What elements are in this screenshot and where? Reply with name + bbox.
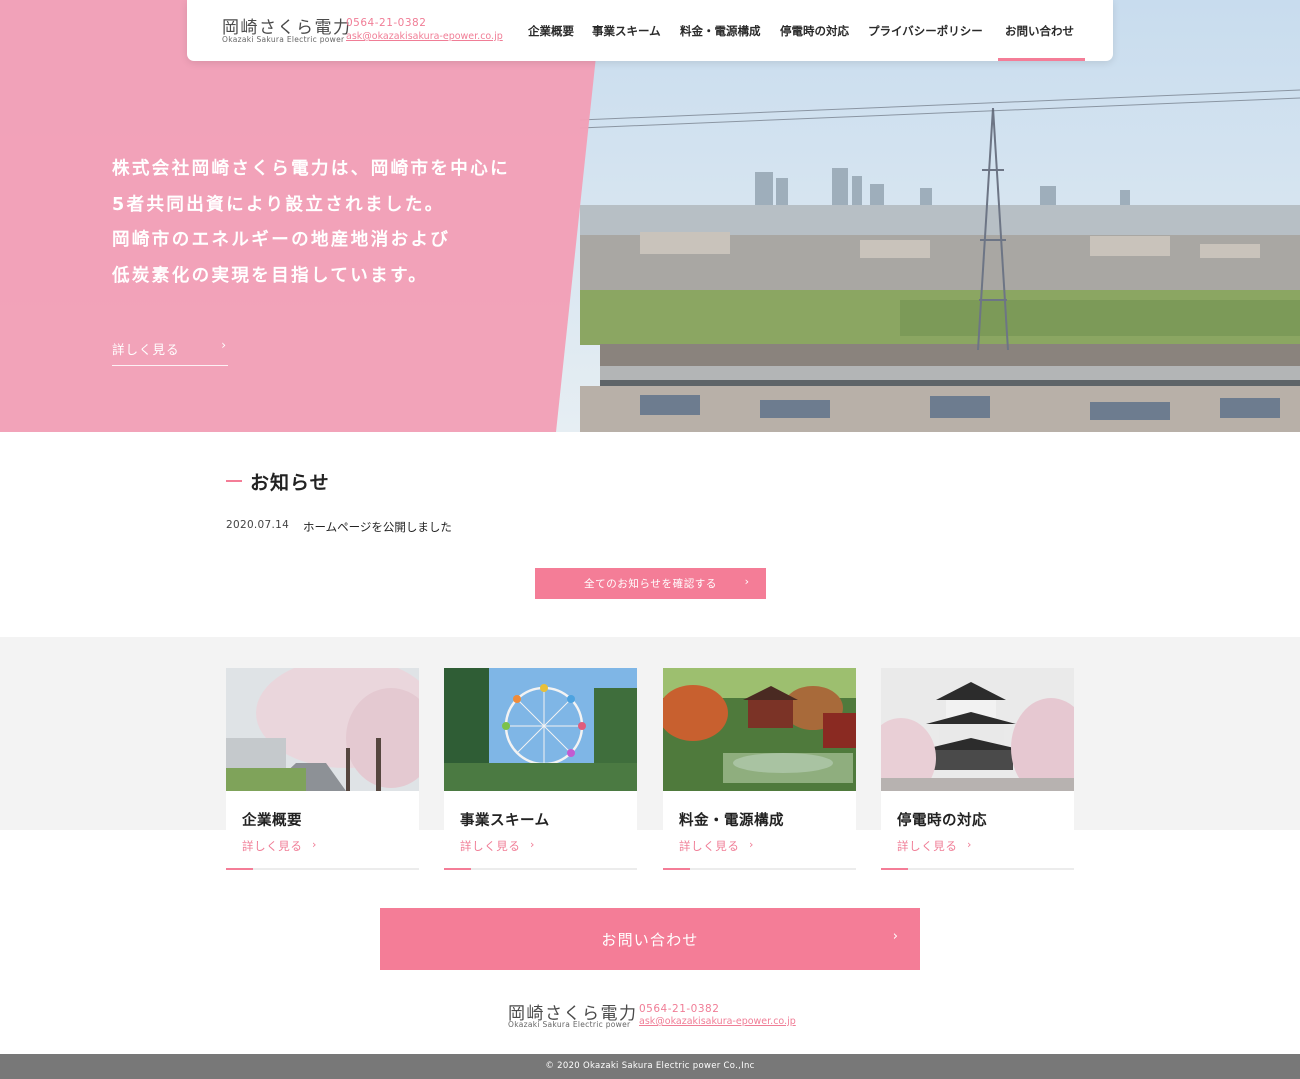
hero-statement: 株式会社岡崎さくら電力は、岡崎市を中心に 5者共同出資により設立されました。 岡… [112,152,552,294]
news-date: 2020.07.14 [226,519,290,531]
footer-phone[interactable]: 0564-21-0382 [639,1003,719,1015]
card-more-link[interactable]: 詳しく見る [242,838,303,854]
chevron-right-icon: › [744,575,749,588]
ferris-wheel-photo [444,668,637,791]
header-email-link[interactable]: ask@okazakisakura-epower.co.jp [346,31,503,42]
chevron-right-icon: › [749,838,754,851]
footer-logo-subtitle: Okazaki Sakura Electric power [508,1020,631,1029]
card-divider-accent [663,868,690,870]
japanese-garden-photo [663,668,856,791]
castle-with-blossoms-photo [881,668,1074,791]
card-outage[interactable]: 停電時の対応 詳しく見る › [881,668,1074,870]
card-divider-accent [444,868,471,870]
copyright-bar: © 2020 Okazaki Sakura Electric power Co.… [0,1054,1300,1079]
nav-item-outage[interactable]: 停電時の対応 [780,23,849,39]
chevron-right-icon: › [892,929,898,944]
card-scheme[interactable]: 事業スキーム 詳しく見る › [444,668,637,870]
contact-label: お問い合わせ [601,931,699,949]
hero-line: 低炭素化の実現を目指しています。 [112,265,429,286]
hero-line: 5者共同出資により設立されました。 [112,194,445,215]
chevron-right-icon: › [967,838,972,851]
card-pricing[interactable]: 料金・電源構成 詳しく見る › [663,668,856,870]
heading-dash [226,480,242,482]
cherry-blossom-road-photo [226,668,419,791]
news-headline[interactable]: ホームページを公開しました [303,519,452,535]
header-phone[interactable]: 0564-21-0382 [346,17,426,29]
hero-more-label: 詳しく見る [112,342,180,357]
card-title: 企業概要 [242,813,302,829]
cards-background-band [0,637,1300,830]
card-company[interactable]: 企業概要 詳しく見る › [226,668,419,870]
nav-item-privacy[interactable]: プライバシーポリシー [868,23,983,39]
card-more-link[interactable]: 詳しく見る [679,838,740,854]
hero-line: 株式会社岡崎さくら電力は、岡崎市を中心に [112,159,510,179]
chevron-right-icon: › [312,838,317,851]
nav-item-scheme[interactable]: 事業スキーム [592,23,661,39]
hero-line: 岡崎市のエネルギーの地産地消および [112,230,451,250]
card-more-link[interactable]: 詳しく見る [460,838,521,854]
hero-more-link[interactable]: 詳しく見る › [112,335,228,366]
footer-email-link[interactable]: ask@okazakisakura-epower.co.jp [639,1016,796,1027]
chevron-right-icon: › [221,338,226,352]
card-title: 停電時の対応 [897,813,987,829]
card-divider-accent [881,868,908,870]
news-title: お知らせ [250,472,330,494]
all-news-button[interactable]: 全てのお知らせを確認する › [535,568,766,599]
chevron-right-icon: › [530,838,535,851]
nav-item-pricing[interactable]: 料金・電源構成 [680,23,761,39]
site-header: 岡崎さくら電力 Okazaki Sakura Electric power 05… [187,0,1113,61]
logo-subtitle: Okazaki Sakura Electric power [222,35,345,44]
nav-item-contact[interactable]: お問い合わせ [1005,23,1074,39]
nav-item-company[interactable]: 企業概要 [528,23,574,39]
card-title: 料金・電源構成 [679,813,784,829]
card-divider [663,868,856,870]
card-title: 事業スキーム [460,813,550,829]
card-divider-accent [226,868,253,870]
hero-section: 株式会社岡崎さくら電力は、岡崎市を中心に 5者共同出資により設立されました。 岡… [0,0,1300,432]
all-news-label: 全てのお知らせを確認する [584,578,717,590]
card-more-link[interactable]: 詳しく見る [897,838,958,854]
nav-active-indicator [998,58,1085,61]
contact-button[interactable]: お問い合わせ › [380,908,920,970]
copyright-text: © 2020 Okazaki Sakura Electric power Co.… [545,1061,755,1071]
card-divider [444,868,637,870]
card-divider [881,868,1074,870]
card-divider [226,868,419,870]
